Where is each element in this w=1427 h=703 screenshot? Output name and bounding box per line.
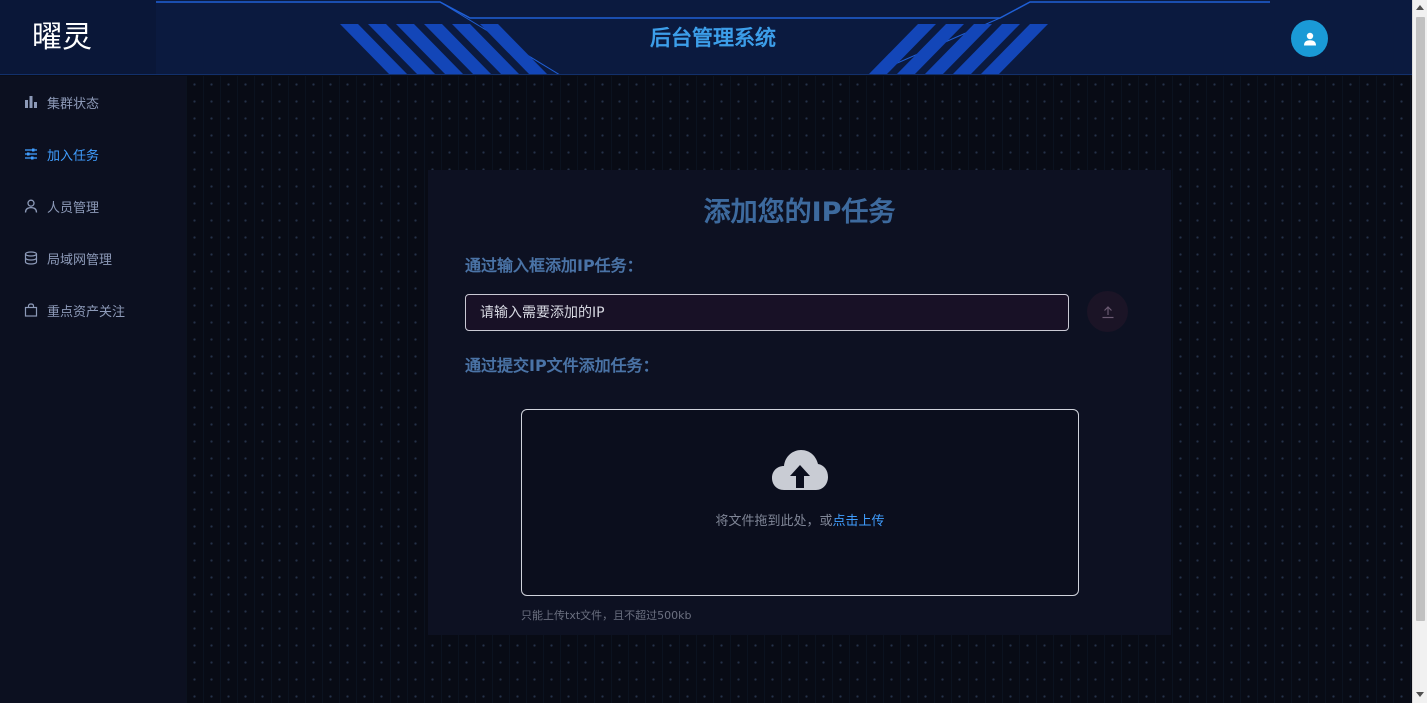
sidebar-item-label: 人员管理 (47, 200, 100, 216)
scrollbar-thumb[interactable] (1416, 17, 1425, 621)
ip-input[interactable] (465, 294, 1069, 331)
upload-instruction: 将文件拖到此处，或点击上传 (522, 510, 1078, 529)
scroll-up-icon[interactable] (1416, 5, 1424, 10)
sidebar-item-key-assets[interactable]: 重点资产关注 (0, 284, 186, 336)
main-content: 添加您的IP任务 通过输入框添加IP任务： 通过提交IP文件添加任务： 将文件拖… (186, 76, 1412, 703)
bar-chart-icon (25, 96, 37, 108)
user-avatar-button[interactable] (1291, 20, 1328, 57)
system-title: 后台管理系统 (650, 26, 776, 50)
submit-ip-button[interactable] (1087, 291, 1128, 332)
sidebar-item-add-task[interactable]: 加入任务 (0, 128, 186, 180)
sidebar-item-lan[interactable]: 局域网管理 (0, 232, 186, 284)
input-section-label: 通过输入框添加IP任务： (465, 256, 643, 275)
file-section-label: 通过提交IP文件添加任务： (465, 356, 659, 375)
database-icon (24, 251, 38, 265)
user-outline-icon (24, 199, 38, 213)
top-header: 曜灵 后台管理系统 (0, 0, 1412, 75)
vertical-scrollbar[interactable] (1412, 0, 1427, 703)
upload-tip: 只能上传txt文件，且不超过500kb (521, 609, 692, 622)
sidebar-item-cluster-status[interactable]: 集群状态 (0, 76, 186, 128)
add-task-card: 添加您的IP任务 通过输入框添加IP任务： 通过提交IP文件添加任务： 将文件拖… (428, 170, 1171, 635)
cloud-upload-icon (772, 450, 828, 490)
sidebar-item-label: 重点资产关注 (47, 304, 126, 320)
sidebar-item-label: 局域网管理 (47, 252, 113, 268)
sidebar-menu: 集群状态 加入任务 人员管理 局域网管理 重点资产关注 (0, 76, 186, 703)
page-title: 添加您的IP任务 (703, 197, 896, 228)
sliders-icon (25, 148, 37, 160)
shopping-bag-icon (24, 303, 38, 317)
sidebar-item-personnel[interactable]: 人员管理 (0, 180, 186, 232)
sidebar-item-label: 加入任务 (47, 148, 100, 164)
app-logo: 曜灵 (0, 0, 156, 74)
click-upload-link[interactable]: 点击上传 (833, 514, 885, 529)
upload-drag-text: 将文件拖到此处，或 (715, 514, 833, 529)
upload-arrow-icon (1102, 305, 1113, 318)
file-upload-dropzone[interactable]: 将文件拖到此处，或点击上传 (521, 409, 1079, 596)
user-icon (1303, 32, 1316, 45)
scroll-down-icon[interactable] (1416, 692, 1424, 697)
sidebar-item-label: 集群状态 (47, 96, 100, 112)
